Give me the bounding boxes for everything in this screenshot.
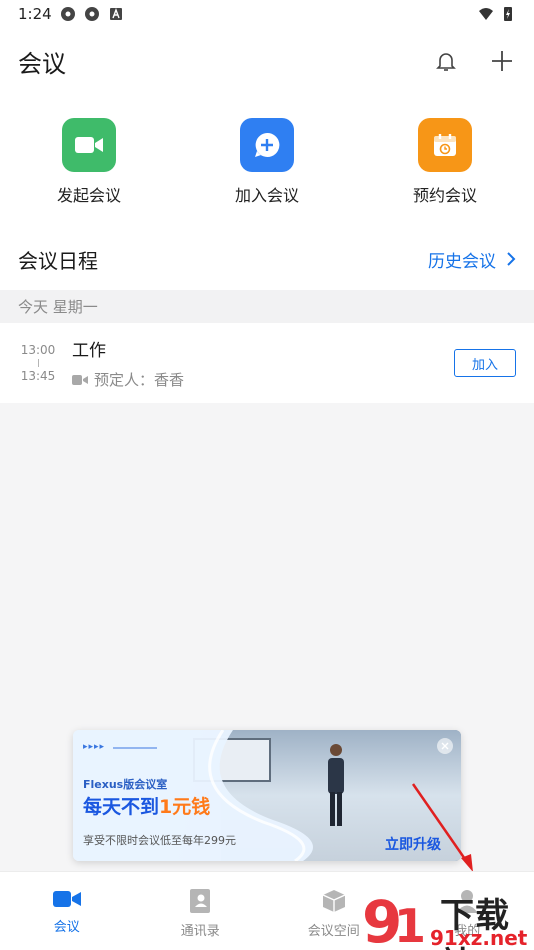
schedule-title: 会议日程: [18, 248, 98, 273]
add-button[interactable]: [488, 47, 516, 75]
promo-subtitle: Flexus版会议室: [83, 778, 168, 791]
nav-contacts-label: 通讯录: [180, 924, 220, 939]
close-icon: [441, 742, 449, 750]
svg-text:1: 1: [394, 899, 426, 950]
page-title: 会议: [18, 49, 66, 78]
meeting-host: 预定人：香香: [94, 371, 185, 389]
video-camera-icon: [52, 891, 81, 907]
day-label: 今天 星期一: [0, 290, 534, 323]
nav-meetings[interactable]: 会议: [0, 872, 134, 950]
chevron-right-icon: [507, 252, 516, 266]
promo-description: 享受不限时会议低至每年299元: [83, 834, 236, 847]
video-camera-icon: [62, 118, 116, 172]
status-bar: 1:24: [0, 0, 534, 28]
meeting-end-time: 13:45: [20, 369, 56, 383]
promo-headline: 每天不到1元钱: [83, 792, 210, 819]
join-button[interactable]: 加入: [454, 349, 516, 377]
battery-charging-icon: [504, 7, 512, 21]
font-a-icon: [109, 8, 122, 20]
schedule-header: 会议日程 历史会议: [0, 228, 534, 290]
time-divider: [37, 359, 39, 367]
contacts-book-icon: [190, 889, 211, 913]
cube-icon: [322, 890, 346, 912]
plus-bubble-icon: [240, 118, 294, 172]
history-meetings-link[interactable]: 历史会议: [428, 247, 516, 272]
meeting-start-time: 13:00: [20, 343, 56, 357]
annotation-arrow-icon: [411, 783, 473, 872]
meeting-row[interactable]: 13:00 13:45 工作 预定人：香香 加入: [0, 323, 534, 403]
status-time: 1:24: [18, 5, 52, 23]
join-meeting-button[interactable]: 加入会议: [178, 94, 356, 228]
watermark-bottom-text: 91xz.net: [430, 926, 528, 950]
promo-close-button[interactable]: [437, 738, 453, 754]
schedule-meeting-button[interactable]: 预约会议: [356, 94, 534, 228]
bell-icon: [436, 53, 456, 71]
promo-arrows-decoration: ▸▸▸▸: [83, 742, 106, 752]
calendar-clock-icon: [418, 118, 472, 172]
nav-meeting-space-label: 会议空间: [307, 924, 360, 939]
video-camera-icon: [72, 374, 88, 385]
nav-meetings-label: 会议: [53, 920, 80, 935]
aperture-icon: [84, 7, 99, 21]
schedule-meeting-label: 预约会议: [412, 186, 477, 205]
promo-headline-prefix: 每天不到: [83, 796, 160, 818]
nav-contacts[interactable]: 通讯录: [134, 872, 268, 950]
start-meeting-button[interactable]: 发起会议: [0, 94, 178, 228]
aperture-icon: [60, 7, 75, 21]
meeting-title: 工作: [72, 341, 106, 361]
wifi-icon: [479, 8, 493, 20]
promo-banner[interactable]: ▸▸▸▸ Flexus版会议室 每天不到1元钱 享受不限时会议低至每年299元 …: [73, 730, 461, 861]
meeting-time: 13:00 13:45: [18, 343, 58, 383]
app-header: 会议: [0, 28, 534, 94]
quick-actions: 发起会议 加入会议 预约会议: [0, 94, 534, 228]
history-meetings-label: 历史会议: [428, 251, 496, 272]
plus-icon: [492, 51, 512, 71]
join-meeting-label: 加入会议: [234, 186, 299, 205]
start-meeting-label: 发起会议: [56, 186, 121, 205]
notifications-button[interactable]: [432, 47, 460, 75]
promo-headline-highlight: 1元钱: [159, 796, 211, 818]
